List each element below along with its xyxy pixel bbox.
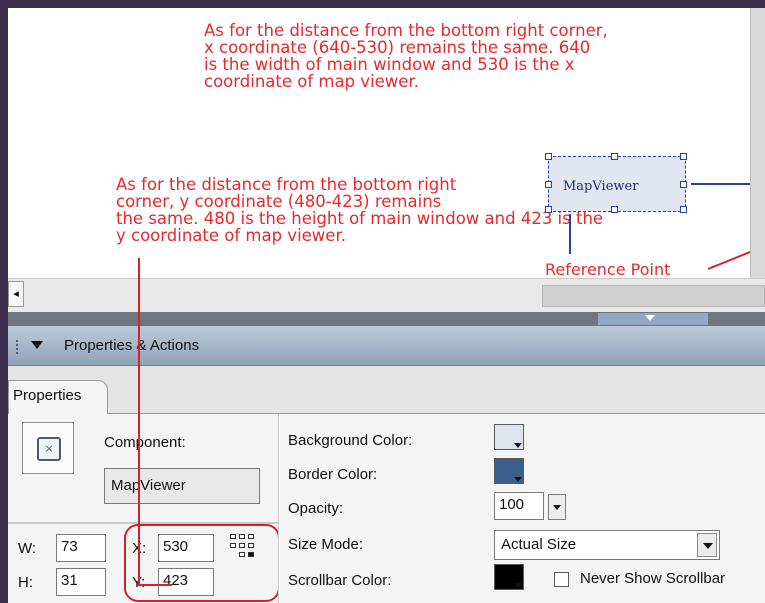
resize-handle-right[interactable] <box>680 181 687 188</box>
guide-line-vertical <box>569 214 571 254</box>
resize-handle-top-right[interactable] <box>680 153 687 160</box>
highlight-oval <box>124 524 280 602</box>
properties-body: × Component: MapViewer W: 73 H: 31 X: 53… <box>8 414 765 603</box>
panel-splitter[interactable] <box>8 312 765 326</box>
background-color-swatch[interactable] <box>494 424 524 450</box>
reference-arrow <box>707 250 752 270</box>
reference-point-label: Reference Point <box>545 260 671 279</box>
opacity-dropdown-button[interactable] <box>548 494 566 520</box>
opacity-input[interactable]: 100 <box>494 492 544 520</box>
guide-line-horizontal <box>691 183 751 185</box>
tab-strip: Properties <box>8 366 765 414</box>
panel-title: Properties & Actions <box>64 337 200 354</box>
divider-vertical <box>278 414 280 603</box>
tab-properties-label: Properties <box>13 387 82 404</box>
size-mode-select[interactable]: Actual Size <box>494 530 720 560</box>
component-icon: × <box>37 437 61 461</box>
stage-canvas[interactable]: As for the distance from the bottom righ… <box>8 8 765 279</box>
properties-panel-header[interactable]: Properties & Actions <box>8 326 765 366</box>
resize-handle-top[interactable] <box>611 153 618 160</box>
resize-handle-bottom-left[interactable] <box>545 206 552 213</box>
component-icon-frame: × <box>22 422 74 474</box>
height-input[interactable]: 31 <box>56 568 106 596</box>
mapviewer-component[interactable]: MapViewer <box>545 153 687 213</box>
width-input[interactable]: 73 <box>56 534 106 562</box>
resize-handle-left[interactable] <box>545 181 552 188</box>
width-label: W: <box>18 540 37 557</box>
resize-handle-top-left[interactable] <box>545 153 552 160</box>
scroll-thumb[interactable] <box>542 285 765 307</box>
never-show-scrollbar-label: Never Show Scrollbar <box>580 570 726 587</box>
component-name-field: MapViewer <box>104 468 260 504</box>
height-label: H: <box>18 574 33 591</box>
resize-handle-bottom-right[interactable] <box>680 206 687 213</box>
splitter-collapse-icon[interactable] <box>645 315 655 321</box>
tab-properties[interactable]: Properties <box>8 380 108 414</box>
vertical-scrollbar[interactable] <box>750 8 765 278</box>
resize-handle-bottom[interactable] <box>611 206 618 213</box>
never-show-scrollbar-checkbox[interactable] <box>554 572 569 587</box>
background-color-label: Background Color: <box>288 432 413 449</box>
scrollbar-color-label: Scrollbar Color: <box>288 572 392 589</box>
screenshot-frame: As for the distance from the bottom righ… <box>8 8 765 603</box>
annotation-line-vertical <box>138 258 140 586</box>
drag-grip-icon[interactable] <box>16 340 22 354</box>
triangle-down-icon[interactable] <box>31 341 43 349</box>
chevron-down-icon[interactable] <box>697 533 717 557</box>
mapviewer-label: MapViewer <box>563 179 639 194</box>
scroll-left-button[interactable]: ◂ <box>8 281 24 307</box>
border-color-swatch[interactable] <box>494 458 524 484</box>
size-mode-value: Actual Size <box>501 536 577 553</box>
opacity-label: Opacity: <box>288 500 344 517</box>
horizontal-scrollbar[interactable]: ◂ <box>8 278 765 312</box>
component-label: Component: <box>104 434 186 451</box>
border-color-label: Border Color: <box>288 466 378 483</box>
annotation-y-coordinate: As for the distance from the bottom righ… <box>116 175 604 245</box>
scrollbar-color-swatch[interactable] <box>494 564 524 590</box>
size-mode-label: Size Mode: <box>288 536 364 553</box>
annotation-line-horizontal <box>138 584 172 586</box>
annotation-x-coordinate: As for the distance from the bottom righ… <box>204 21 608 91</box>
